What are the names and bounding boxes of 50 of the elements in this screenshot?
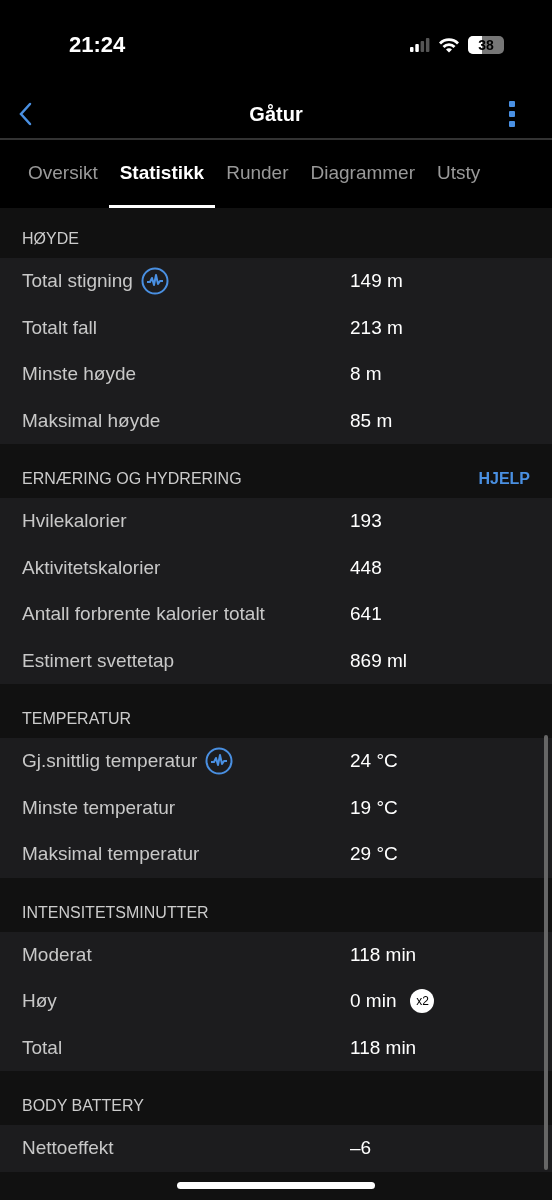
stat-value: –6 (350, 1137, 372, 1160)
stat-label: Total stigning (22, 270, 133, 293)
stat-value: 118 min (350, 943, 417, 966)
stat-value: 8 m (350, 363, 382, 386)
stat-value: 641 (350, 603, 382, 626)
stat-value: 85 m (350, 409, 393, 432)
stat-value: 869 ml (350, 649, 408, 672)
signal-icon (410, 38, 430, 52)
stat-label: Moderat (22, 943, 92, 966)
tab[interactable]: Diagrammer (299, 140, 427, 208)
stat-label: Estimert svettetap (22, 649, 175, 672)
tab[interactable]: Statistikk (108, 140, 216, 208)
wifi-icon (438, 37, 460, 53)
stat-label: Gj.snittlig temperatur (22, 750, 198, 773)
stat-label: Minste temperatur (22, 796, 176, 819)
section-header: INTENSITETSMINUTTER (22, 903, 209, 922)
back-icon[interactable] (18, 102, 32, 126)
section-header: HØYDE (22, 230, 79, 248)
section-header: TEMPERATUR (22, 710, 132, 728)
stat-value: 24 °C (350, 750, 398, 773)
stat-label: Aktivitetskalorier (22, 556, 161, 579)
stat-value: 0 min (350, 990, 397, 1013)
tab[interactable]: Runder (215, 140, 300, 208)
stat-value: 149 m (350, 270, 403, 293)
section-header: BODY BATTERY (22, 1097, 144, 1115)
help-link[interactable]: HJELP (478, 470, 530, 488)
stat-label: Minste høyde (22, 363, 137, 386)
stat-label: Totalt fall (22, 316, 97, 339)
screen-title: Gåtur (249, 102, 303, 126)
stat-label: Høy (22, 990, 57, 1013)
stat-label: Hvilekalorier (22, 510, 127, 533)
stat-value: 193 (350, 510, 382, 533)
stat-value: 29 °C (350, 843, 398, 866)
tab[interactable]: Oversikt (17, 140, 109, 208)
chart-icon[interactable] (205, 747, 234, 776)
status-time: 21:24 (69, 32, 126, 58)
stat-label: Antall forbrente kalorier totalt (22, 603, 265, 626)
stat-value: 19 °C (350, 796, 398, 819)
multiplier-badge: x2 (410, 989, 435, 1014)
more-icon[interactable] (508, 101, 516, 127)
stat-value: 213 m (350, 316, 403, 339)
section-header: ERNÆRING OG HYDRERING (22, 470, 242, 488)
chart-icon[interactable] (140, 267, 169, 296)
stat-label: Nettoeffekt (22, 1137, 114, 1160)
stat-value: 118 min (350, 1036, 417, 1059)
stat-label: Maksimal høyde (22, 409, 161, 432)
stat-label: Maksimal temperatur (22, 843, 200, 866)
stat-value: 448 (350, 556, 382, 579)
stat-label: Total (22, 1036, 63, 1059)
tab[interactable]: Utsty (426, 140, 492, 208)
